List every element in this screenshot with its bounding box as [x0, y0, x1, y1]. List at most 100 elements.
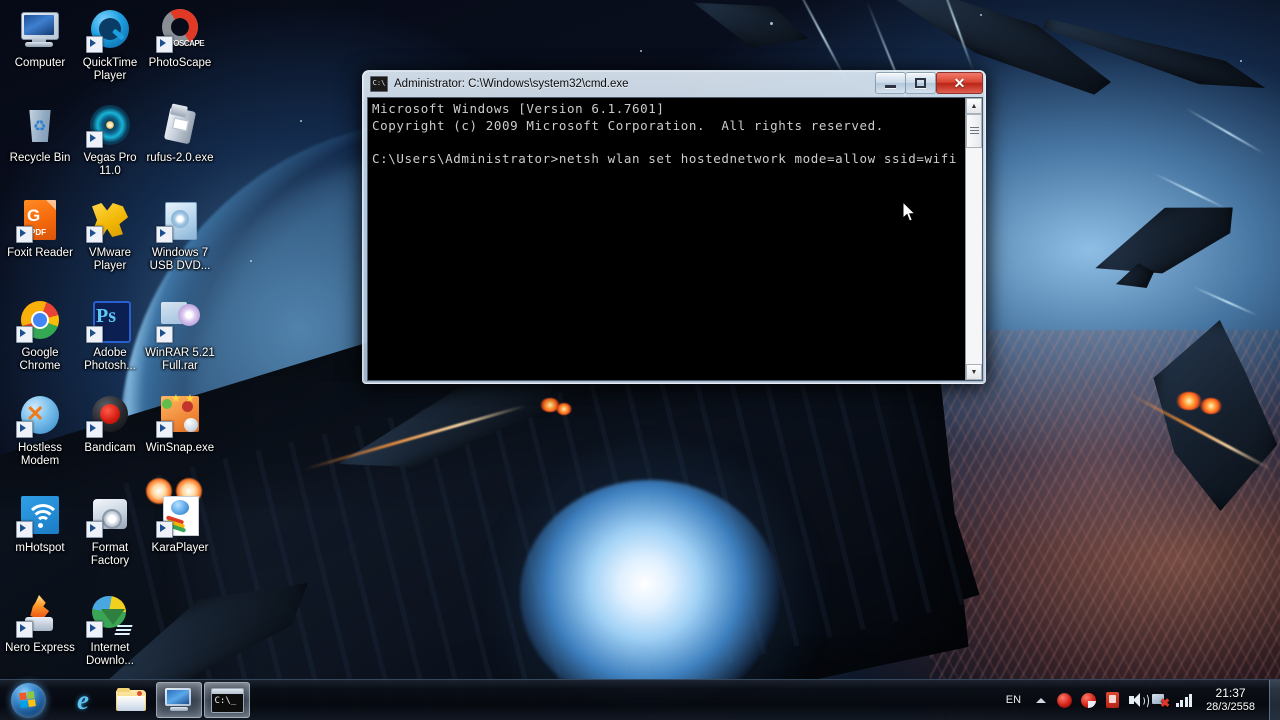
scrollbar-down-arrow[interactable]: ▼: [966, 364, 982, 380]
desktop-icon-winrar-archive[interactable]: WinRAR 5.21 Full.rar: [142, 296, 218, 372]
console-scrollbar[interactable]: ▲ ▼: [965, 98, 982, 380]
clock[interactable]: 21:37 28/3/2558: [1206, 686, 1255, 714]
desktop-icon-foxit-reader[interactable]: G PDF Foxit Reader: [2, 196, 78, 260]
taskbar-buttons: e C:\_: [60, 682, 252, 718]
tray-record-icon[interactable]: [1054, 690, 1075, 710]
desktop-icon-computer[interactable]: Computer: [2, 6, 78, 70]
desktop-icon-internet-download-manager[interactable]: Internet Downlo...: [72, 591, 148, 667]
desktop-icon-bandicam[interactable]: Bandicam: [72, 391, 148, 455]
command-prompt-window[interactable]: C:\ Administrator: C:\Windows\system32\c…: [362, 70, 986, 384]
thruster-glow-3: [1176, 392, 1202, 410]
cmd-icon: C:\: [370, 75, 388, 92]
desktop-icon-mhotspot[interactable]: mHotspot: [2, 491, 78, 555]
window-title: Administrator: C:\Windows\system32\cmd.e…: [394, 77, 629, 90]
desktop-icon-label: mHotspot: [15, 542, 65, 554]
tray-record-capture-icon[interactable]: [1078, 690, 1099, 710]
desktop-icon-recycle-bin[interactable]: ♻ Recycle Bin: [2, 101, 78, 165]
thruster-glow-4: [1200, 398, 1222, 414]
scrollbar-up-arrow[interactable]: ▲: [966, 98, 982, 114]
desktop-icon-label: QuickTime Player: [82, 57, 138, 82]
shortcut-arrow-icon: [86, 36, 103, 53]
windows-orb-icon: [10, 682, 46, 718]
taskbar[interactable]: e C:\_ EN ✖ 21:37 28/3/2558: [0, 679, 1280, 720]
desktop-icon-karaplayer[interactable]: KaraPlayer: [142, 491, 218, 555]
system-tray: EN ✖ 21:37 28/3/2558: [1006, 680, 1280, 720]
desktop-icon-windows7-usb-dvd[interactable]: Windows 7 USB DVD...: [142, 196, 218, 272]
adobe-photoshop-icon: Ps: [86, 296, 134, 344]
spaceship-top: [686, 0, 814, 63]
spaceship-top-right-2: [1041, 7, 1270, 103]
mhotspot-icon: [16, 491, 64, 539]
desktop-icon-google-chrome[interactable]: Google Chrome: [2, 296, 78, 372]
desktop-icon-label: WinSnap.exe: [145, 442, 215, 454]
desktop-icon-hostless-modem[interactable]: ✕ Hostless Modem: [2, 391, 78, 467]
start-button[interactable]: [3, 682, 53, 718]
star: [770, 22, 773, 25]
maximize-button[interactable]: [905, 72, 936, 94]
clock-date: 28/3/2558: [1206, 701, 1255, 713]
desktop-icon-adobe-photoshop[interactable]: Ps Adobe Photosh...: [72, 296, 148, 372]
window-titlebar[interactable]: C:\ Administrator: C:\Windows\system32\c…: [363, 71, 985, 96]
recycle-bin-icon: ♻: [16, 101, 64, 149]
desktop-icon-vmware-player[interactable]: VMware Player: [72, 196, 148, 272]
windows-flag-icon: [18, 690, 37, 709]
desktop-icon-label: VMware Player: [88, 247, 132, 272]
light-streak-5: [1153, 172, 1227, 210]
desktop-icon-winsnap[interactable]: ★ ★ WinSnap.exe: [142, 391, 218, 455]
shortcut-arrow-icon: [156, 421, 173, 438]
desktop-icon-photoscape[interactable]: TOSCAPE PhotoScape: [142, 5, 218, 70]
vmware-player-icon: [86, 196, 134, 244]
close-button[interactable]: ✕: [936, 72, 983, 94]
minimize-icon: [885, 85, 896, 88]
taskbar-button-computer-window[interactable]: [156, 682, 202, 718]
scrollbar-thumb[interactable]: [966, 114, 982, 148]
language-indicator[interactable]: EN: [1006, 694, 1021, 706]
desktop-icon-vegas-pro[interactable]: Vegas Pro 11.0: [72, 101, 148, 177]
show-hidden-icons-button[interactable]: [1033, 692, 1049, 708]
tray-signal-icon[interactable]: [1174, 690, 1195, 710]
spaceship-right-large: [1140, 314, 1280, 517]
thruster-glow-1: [540, 398, 560, 412]
show-desktop-button[interactable]: [1269, 680, 1280, 720]
nero-express-icon: [16, 591, 64, 639]
tray-red-app-icon[interactable]: [1102, 690, 1123, 710]
thruster-glow-2: [556, 403, 572, 415]
scrollbar-track[interactable]: [966, 114, 982, 364]
tray-network-icon[interactable]: ✖: [1150, 690, 1171, 710]
computer-window-icon: [164, 687, 194, 713]
network-disconnected-icon: ✖: [1152, 692, 1170, 709]
weapon-beam-2: [1128, 392, 1272, 471]
record-capture-icon: [1081, 692, 1097, 708]
computer-icon: [16, 6, 64, 54]
desktop-icon-format-factory[interactable]: Format Factory: [72, 491, 148, 567]
desktop-icon-label: rufus-2.0.exe: [146, 152, 214, 164]
desktop-icon-label: Foxit Reader: [7, 247, 73, 259]
desktop-icon-label: Computer: [14, 57, 66, 69]
desktop-icon-label: Format Factory: [90, 542, 130, 567]
light-streak-4: [1185, 107, 1265, 155]
desktop-icon-nero-express[interactable]: Nero Express: [2, 591, 78, 655]
star: [300, 120, 302, 122]
desktop-icon-quicktime-player[interactable]: QuickTime Player: [72, 6, 148, 82]
taskbar-button-internet-explorer[interactable]: e: [60, 682, 106, 718]
desktop-icon-rufus[interactable]: rufus-2.0.exe: [142, 101, 218, 165]
chevron-up-icon: [1036, 697, 1047, 703]
minimize-button[interactable]: [875, 72, 906, 94]
desktop-icon-label: Recycle Bin: [9, 152, 71, 164]
tray-volume-icon[interactable]: [1126, 690, 1149, 710]
taskbar-button-windows-explorer[interactable]: [108, 682, 154, 718]
red-app-icon: [1106, 692, 1120, 708]
engine-core-glow: [520, 480, 780, 710]
desktop-icon-label: KaraPlayer: [151, 542, 209, 554]
shortcut-arrow-icon: [16, 326, 33, 343]
console-output-text[interactable]: Microsoft Windows [Version 6.1.7601] Cop…: [368, 98, 965, 380]
console-client-area[interactable]: Microsoft Windows [Version 6.1.7601] Cop…: [367, 97, 983, 381]
clock-time: 21:37: [1215, 686, 1246, 700]
taskbar-button-cmd-window[interactable]: C:\_: [204, 682, 250, 718]
desktop-screen: Computer QuickTime Player TOSCAPE PhotoS…: [0, 0, 1280, 720]
shortcut-arrow-icon: [16, 226, 33, 243]
shortcut-arrow-icon: [156, 326, 173, 343]
mouse-cursor: [902, 200, 917, 223]
desktop-icon-label: PhotoScape: [148, 57, 212, 69]
light-streak-6: [1192, 285, 1258, 317]
